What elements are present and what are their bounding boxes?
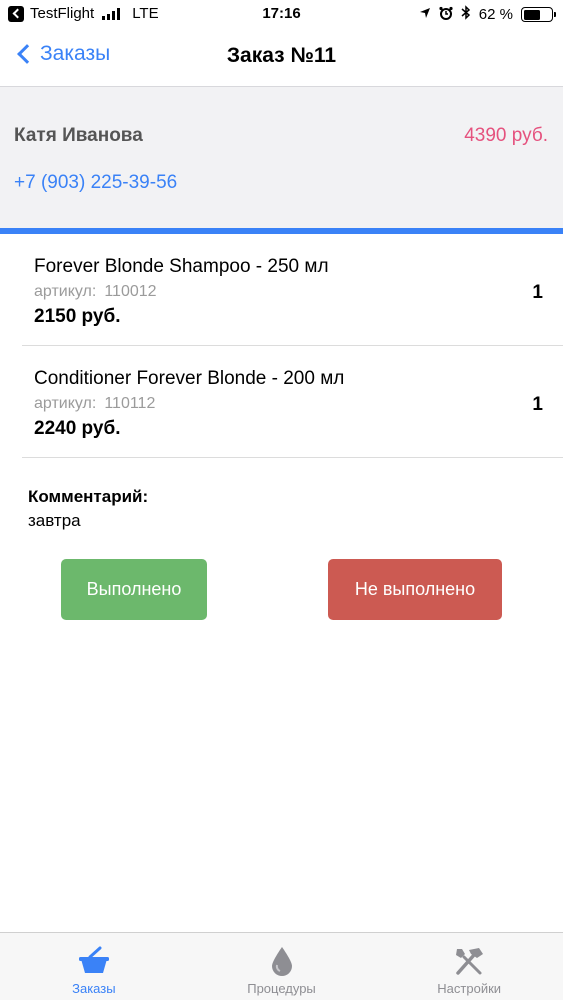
- battery-percent: 62 %: [478, 6, 513, 23]
- item-quantity: 1: [532, 282, 543, 303]
- item-sku: артикул: 110112: [34, 395, 155, 413]
- tab-label: Заказы: [72, 981, 116, 996]
- mark-done-button[interactable]: Выполнено: [61, 559, 207, 620]
- item-quantity: 1: [532, 394, 543, 415]
- alarm-icon: [439, 6, 453, 24]
- customer-header: Катя Иванова 4390 руб. +7 (903) 225-39-5…: [0, 86, 563, 228]
- bluetooth-icon: [461, 5, 471, 24]
- customer-phone-link[interactable]: +7 (903) 225-39-56: [14, 172, 177, 194]
- customer-name: Катя Иванова: [14, 125, 143, 146]
- status-right: 62 %: [419, 5, 556, 24]
- battery-icon: [521, 7, 556, 22]
- navigation-bar: Заказы Заказ №11: [0, 30, 563, 86]
- order-total: 4390 руб.: [464, 125, 548, 146]
- tab-bar: Заказы Процедуры Настройки: [0, 932, 563, 1000]
- battery-level: [523, 9, 541, 20]
- order-items-list: Forever Blonde Shampoo - 250 мл артикул:…: [22, 234, 563, 458]
- tools-icon: [451, 945, 487, 977]
- tab-label: Процедуры: [247, 981, 316, 996]
- tab-label: Настройки: [437, 981, 502, 996]
- mark-not-done-button[interactable]: Не выполнено: [328, 559, 502, 620]
- location-icon: [419, 6, 431, 23]
- page-title: Заказ №11: [226, 44, 337, 67]
- item-sku-value: 110112: [104, 395, 156, 412]
- item-price: 2240 руб.: [34, 418, 121, 439]
- comment-text: завтра: [28, 511, 81, 530]
- item-sku-value: 110012: [104, 283, 157, 300]
- item-sku-label: артикул:: [34, 283, 97, 300]
- status-bar: TestFlight LTE 17:16 62 %: [0, 0, 563, 30]
- drop-icon: [264, 945, 300, 977]
- item-sku: артикул: 110012: [34, 283, 157, 301]
- tab-procedures[interactable]: Процедуры: [188, 933, 376, 1000]
- tab-orders[interactable]: Заказы: [0, 933, 188, 1000]
- item-name: Conditioner Forever Blonde - 200 мл: [34, 368, 345, 389]
- comment-label: Комментарий:: [28, 487, 149, 506]
- tab-settings[interactable]: Настройки: [375, 933, 563, 1000]
- item-sku-label: артикул:: [34, 395, 97, 412]
- item-name: Forever Blonde Shampoo - 250 мл: [34, 256, 329, 277]
- order-item: Forever Blonde Shampoo - 250 мл артикул:…: [22, 234, 563, 346]
- basket-icon: [76, 945, 112, 977]
- order-item: Conditioner Forever Blonde - 200 мл арти…: [22, 346, 563, 458]
- item-price: 2150 руб.: [34, 306, 121, 327]
